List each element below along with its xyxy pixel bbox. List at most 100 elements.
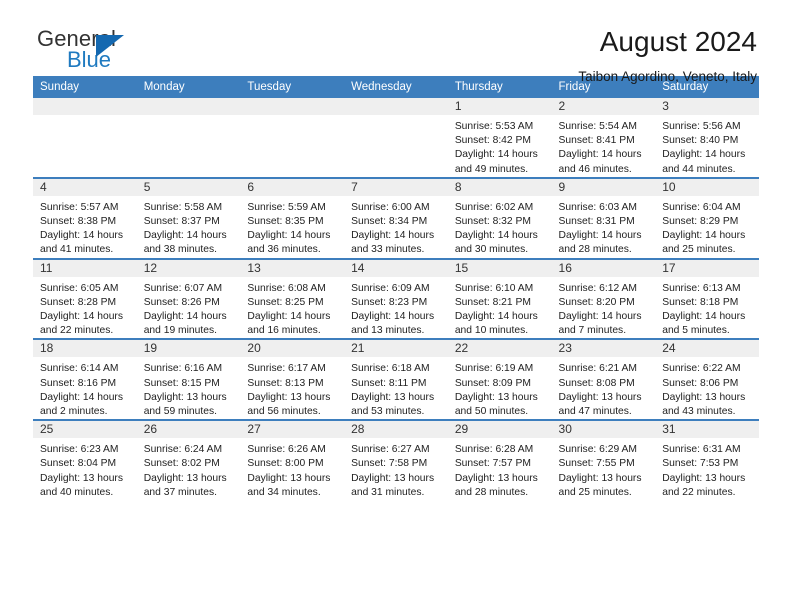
daylight-text-line1: Daylight: 13 hours [454, 391, 538, 403]
day-details: Sunrise: 6:18 AM Sunset: 8:11 PM Daylight:… [344, 357, 448, 419]
daylight-text-line2: and 46 minutes. [558, 163, 632, 175]
sunrise-text: Sunrise: 6:31 AM [662, 444, 741, 456]
day-number: 11 [33, 259, 137, 277]
sunset-text: Sunset: 8:23 PM [351, 296, 428, 308]
brand-logo[interactable]: General Blue [33, 26, 267, 82]
day-number: 10 [655, 178, 759, 196]
daylight-text-line2: and 50 minutes. [454, 406, 529, 418]
calendar-day-cell[interactable]: 11 Sunrise: 6:05 AM Sunset: 8:28 PM Dayligh… [33, 257, 137, 340]
day-details: Sunrise: 5:59 AM Sunset: 8:35 PM Daylight:… [240, 196, 344, 258]
daylight-text-line2: and 16 minutes. [247, 325, 321, 337]
sunrise-text: Sunrise: 6:28 AM [454, 444, 534, 456]
daylight-text-line1: Daylight: 13 hours [143, 472, 227, 484]
calendar-day-cell-empty [136, 98, 241, 178]
sunset-text: Sunset: 8:35 PM [247, 216, 324, 228]
day-number: 23 [551, 340, 656, 358]
calendar-day-cell[interactable]: 30 Sunrise: 6:29 AM Sunset: 7:55 PM Dayligh… [551, 419, 656, 501]
calendar-day-cell[interactable]: 20 Sunrise: 6:17 AM Sunset: 8:13 PM Dayligh… [240, 338, 345, 421]
calendar-day-cell[interactable]: 1 Sunrise: 5:53 AM Sunset: 8:42 PM Daylight… [447, 98, 552, 178]
calendar-day-cell[interactable]: 16 Sunrise: 6:12 AM Sunset: 8:20 PM Dayligh… [551, 257, 656, 340]
daylight-text-line2: and 13 minutes. [351, 325, 425, 337]
day-details: Sunrise: 6:17 AM Sunset: 8:13 PM Daylight:… [240, 357, 344, 419]
calendar-day-cell[interactable]: 22 Sunrise: 6:19 AM Sunset: 8:09 PM Dayligh… [447, 338, 552, 421]
calendar-day-cell[interactable]: 7 Sunrise: 6:00 AM Sunset: 8:34 PM Daylight… [344, 176, 448, 259]
calendar-day-cell[interactable]: 31 Sunrise: 6:31 AM Sunset: 7:53 PM Dayligh… [655, 419, 759, 501]
daylight-text-line1: Daylight: 13 hours [143, 391, 227, 403]
daylight-text-line1: Daylight: 14 hours [454, 149, 538, 161]
daylight-text-line2: and 36 minutes. [247, 244, 321, 256]
daylight-text-line1: Daylight: 14 hours [558, 149, 642, 161]
calendar-day-cell[interactable]: 18 Sunrise: 6:14 AM Sunset: 8:16 PM Dayligh… [33, 338, 137, 421]
day-details: Sunrise: 6:09 AM Sunset: 8:23 PM Daylight:… [344, 277, 448, 339]
sunrise-text: Sunrise: 5:54 AM [558, 121, 637, 132]
daylight-text-line2: and 31 minutes. [351, 486, 425, 498]
daylight-text-line1: Daylight: 14 hours [143, 230, 227, 242]
day-number: 21 [344, 340, 448, 358]
day-number: 28 [344, 421, 448, 439]
day-details: Sunrise: 6:16 AM Sunset: 8:15 PM Daylight:… [137, 357, 241, 419]
calendar-day-cell[interactable]: 23 Sunrise: 6:21 AM Sunset: 8:08 PM Dayligh… [551, 338, 656, 421]
day-number: 17 [655, 259, 759, 277]
calendar-day-cell[interactable]: 2 Sunrise: 5:54 AM Sunset: 8:41 PM Daylight… [551, 98, 656, 178]
day-details: Sunrise: 6:05 AM Sunset: 8:28 PM Daylight:… [33, 277, 137, 339]
sunset-text: Sunset: 7:57 PM [454, 458, 531, 470]
calendar-day-cell[interactable]: 5 Sunrise: 5:58 AM Sunset: 8:37 PM Daylight… [136, 176, 241, 259]
calendar-day-cell[interactable]: 21 Sunrise: 6:18 AM Sunset: 8:11 PM Dayligh… [344, 338, 448, 421]
sunrise-text: Sunrise: 6:29 AM [558, 444, 637, 456]
calendar-day-cell[interactable]: 8 Sunrise: 6:02 AM Sunset: 8:32 PM Daylight… [447, 176, 552, 259]
day-details: Sunrise: 6:00 AM Sunset: 8:34 PM Daylight:… [344, 196, 448, 258]
sunset-text: Sunset: 7:55 PM [558, 458, 635, 470]
daylight-text-line2: and 19 minutes. [143, 325, 217, 337]
day-number [136, 98, 241, 115]
calendar-day-cell[interactable]: 13 Sunrise: 6:08 AM Sunset: 8:25 PM Dayligh… [240, 257, 345, 340]
daylight-text-line2: and 28 minutes. [558, 244, 632, 256]
calendar-day-cell[interactable]: 15 Sunrise: 6:10 AM Sunset: 8:21 PM Dayligh… [447, 257, 552, 340]
sunrise-text: Sunrise: 6:03 AM [558, 201, 637, 213]
sunset-text: Sunset: 8:06 PM [662, 377, 739, 389]
calendar-day-cell[interactable]: 26 Sunrise: 6:24 AM Sunset: 8:02 PM Dayligh… [136, 419, 241, 501]
sunset-text: Sunset: 8:08 PM [558, 377, 635, 389]
calendar-day-cell[interactable]: 28 Sunrise: 6:27 AM Sunset: 7:58 PM Dayligh… [344, 419, 448, 501]
day-details: Sunrise: 5:53 AM Sunset: 8:42 PM Daylight:… [448, 115, 552, 177]
day-details: Sunrise: 6:28 AM Sunset: 7:57 PM Daylight:… [448, 438, 552, 500]
calendar-day-cell[interactable]: 25 Sunrise: 6:23 AM Sunset: 8:04 PM Dayligh… [33, 419, 137, 501]
day-details: Sunrise: 6:31 AM Sunset: 7:53 PM Daylight:… [655, 438, 759, 500]
sunrise-text: Sunrise: 5:56 AM [662, 121, 741, 132]
day-details: Sunrise: 6:04 AM Sunset: 8:29 PM Daylight:… [655, 196, 759, 258]
sunrise-text: Sunrise: 6:23 AM [40, 444, 119, 456]
sunset-text: Sunset: 8:09 PM [454, 377, 531, 389]
daylight-text-line2: and 10 minutes. [454, 325, 529, 337]
calendar-day-cell[interactable]: 19 Sunrise: 6:16 AM Sunset: 8:15 PM Dayligh… [136, 338, 241, 421]
calendar-day-cell[interactable]: 3 Sunrise: 5:56 AM Sunset: 8:40 PM Daylight… [655, 98, 759, 178]
day-number [344, 98, 448, 115]
day-number: 4 [33, 178, 137, 196]
calendar-day-cell[interactable]: 17 Sunrise: 6:13 AM Sunset: 8:18 PM Dayligh… [655, 257, 759, 340]
daylight-text-line2: and 56 minutes. [247, 406, 321, 418]
day-number: 7 [344, 178, 448, 196]
daylight-text-line2: and 37 minutes. [143, 486, 217, 498]
calendar-day-cell[interactable]: 9 Sunrise: 6:03 AM Sunset: 8:31 PM Daylight… [551, 176, 656, 259]
calendar-day-cell[interactable]: 10 Sunrise: 6:04 AM Sunset: 8:29 PM Dayligh… [655, 176, 759, 259]
day-number: 22 [447, 340, 552, 358]
daylight-text-line2: and 53 minutes. [351, 406, 425, 418]
sunset-text: Sunset: 8:15 PM [143, 377, 220, 389]
calendar-day-cell[interactable]: 4 Sunrise: 5:57 AM Sunset: 8:38 PM Daylight… [33, 176, 137, 259]
day-number: 8 [447, 178, 552, 196]
sunset-text: Sunset: 8:32 PM [454, 216, 531, 228]
calendar-day-cell[interactable]: 6 Sunrise: 5:59 AM Sunset: 8:35 PM Daylight… [240, 176, 345, 259]
day-details: Sunrise: 6:23 AM Sunset: 8:04 PM Daylight:… [33, 438, 137, 500]
daylight-text-line1: Daylight: 14 hours [662, 149, 746, 161]
sunrise-text: Sunrise: 6:17 AM [247, 363, 326, 375]
calendar-day-cell[interactable]: 27 Sunrise: 6:26 AM Sunset: 8:00 PM Dayligh… [240, 419, 345, 501]
sunrise-text: Sunrise: 6:02 AM [454, 201, 534, 213]
sunset-text: Sunset: 8:00 PM [247, 458, 324, 470]
daylight-text-line1: Daylight: 14 hours [143, 311, 227, 323]
sunset-text: Sunset: 8:34 PM [351, 216, 428, 228]
calendar-day-cell[interactable]: 29 Sunrise: 6:28 AM Sunset: 7:57 PM Dayligh… [447, 419, 552, 501]
calendar-day-cell-empty [33, 98, 137, 178]
calendar-day-cell[interactable]: 14 Sunrise: 6:09 AM Sunset: 8:23 PM Dayligh… [344, 257, 448, 340]
calendar-day-cell[interactable]: 12 Sunrise: 6:07 AM Sunset: 8:26 PM Dayligh… [136, 257, 241, 340]
day-number [33, 98, 137, 115]
daylight-text-line1: Daylight: 14 hours [351, 311, 435, 323]
calendar-day-cell[interactable]: 24 Sunrise: 6:22 AM Sunset: 8:06 PM Dayligh… [655, 338, 759, 421]
